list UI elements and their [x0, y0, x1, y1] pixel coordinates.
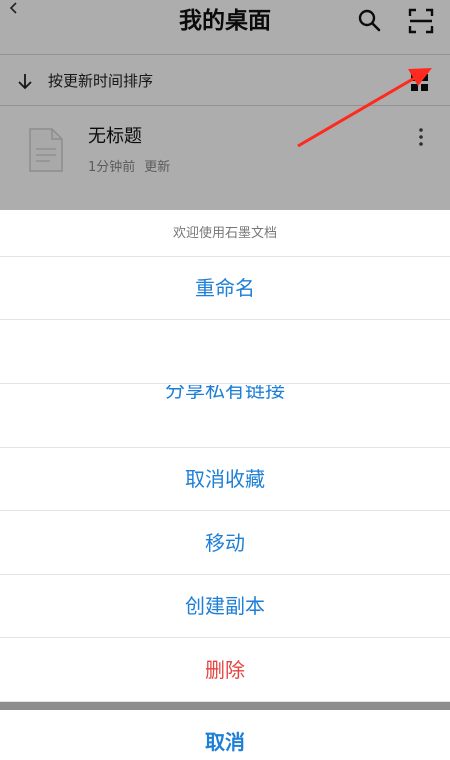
action-sheet: 欢迎使用石墨文档 重命名 分享私有链接 取消收藏 移动 创建副本 删除 取消 [0, 210, 450, 760]
sheet-separator [0, 702, 450, 710]
move-button[interactable]: 移动 [0, 512, 450, 575]
unfavorite-button[interactable]: 取消收藏 [0, 448, 450, 511]
share-link-button[interactable]: 分享私有链接 [0, 385, 450, 448]
share-link-label: 分享私有链接 [165, 385, 285, 402]
blank-option[interactable] [0, 321, 450, 384]
create-copy-button[interactable]: 创建副本 [0, 575, 450, 638]
cancel-button[interactable]: 取消 [0, 710, 450, 760]
delete-button[interactable]: 删除 [0, 639, 450, 702]
rename-button[interactable]: 重命名 [0, 257, 450, 320]
action-sheet-title: 欢迎使用石墨文档 [0, 210, 450, 257]
